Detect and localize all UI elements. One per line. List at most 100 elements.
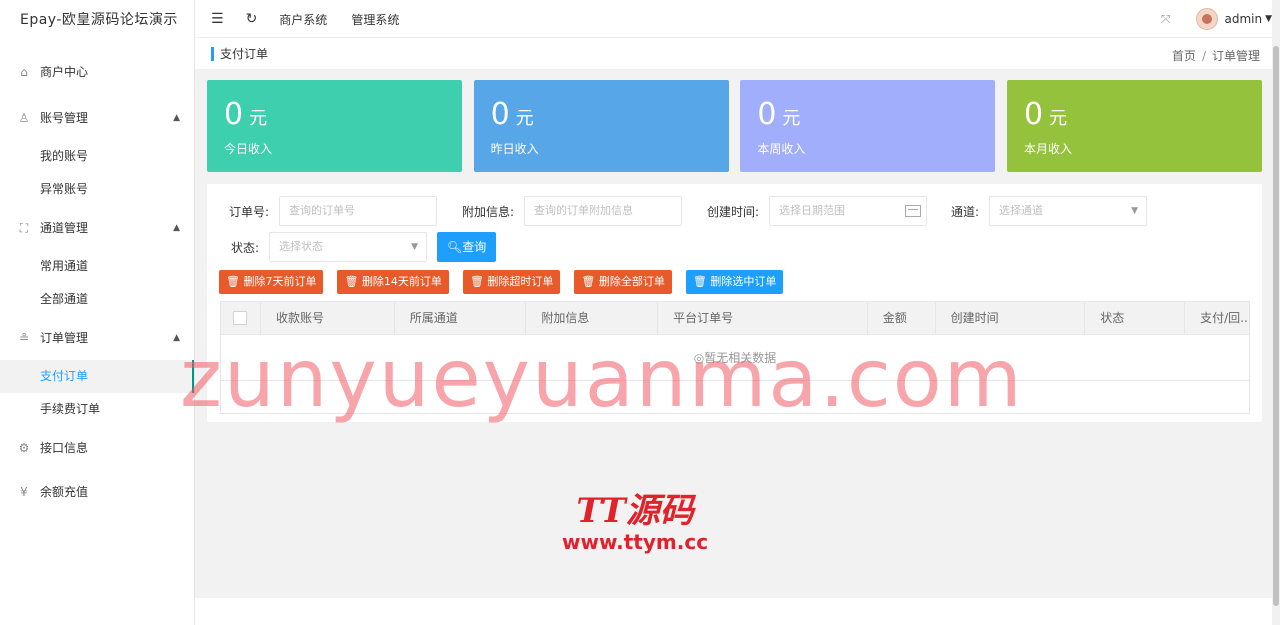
logo-watermark-url: www.ttym.cc [562,530,709,554]
sidebar-subitem-common-channel[interactable]: 常用通道 [0,250,194,283]
column-header[interactable]: 平台订单号 [658,302,868,335]
user-icon: ♙ [18,111,30,125]
channel-select[interactable]: 选择通道 ▼ [989,196,1147,226]
trash-icon: 🗑︎ [469,275,484,288]
stat-value: 0 [490,97,510,132]
trash-icon: 🗑︎ [581,275,596,288]
brand-title[interactable]: Epay-欧皇源码论坛演示 [0,0,194,40]
channel-label: 通道: [950,204,979,219]
column-header[interactable]: 状态 [1085,302,1186,335]
user-name[interactable]: admin [1224,12,1262,26]
sidebar-item-merchant-center[interactable]: ⌂ 商户中心 [0,50,194,94]
refresh-icon[interactable]: ↻ [246,11,258,27]
channel-icon: ⛶ [19,221,29,235]
query-button-label: 查询 [462,240,487,254]
chevron-down-icon: ▼ [411,242,418,252]
stat-cards: 0元 今日收入 0元 昨日收入 0元 本周收入 0元 本月收入 [207,80,1262,172]
sidebar-item-api-info[interactable]: ⚙ 接口信息 [0,426,194,470]
menu-toggle-icon[interactable]: ☰ [211,11,224,27]
channel-select-placeholder: 选择通道 [999,204,1043,217]
extra-info-input[interactable]: 查询的订单附加信息 [524,196,682,226]
top-header: ☰ ↻ 商户系统 管理系统 ⤧ admin ▼ [195,0,1280,38]
header-link-merchant[interactable]: 商户系统 [279,11,327,28]
orders-table: 收款账号 所属通道 附加信息 平台订单号 金额 创建时间 状态 支付/回... … [220,301,1250,414]
trash-icon: 🗑︎ [226,275,240,288]
trash-icon: 🗑︎ [344,275,359,288]
column-header[interactable]: 所属通道 [395,302,527,335]
sidebar-subitem-all-channel[interactable]: 全部通道 [0,283,194,316]
order-panel: 订单号: 查询的订单号 附加信息: 查询的订单附加信息 创建时间: 选择日期范围… [207,184,1262,422]
avatar[interactable] [1196,8,1219,30]
action-buttons: 🗑︎ 删除7天前订单 🗑︎ 删除14天前订单 🗑︎ 删除超时订单 🗑︎ 删除全部… [219,270,784,294]
stat-unit: 元 [782,108,801,129]
chevron-up-icon: ▲ [173,113,180,123]
column-header[interactable]: 附加信息 [526,302,659,335]
delete-all-button[interactable]: 🗑︎ 删除全部订单 [574,270,672,294]
extra-info-label: 附加信息: [461,204,514,219]
button-label: 删除7天前订单 [243,275,317,288]
column-header[interactable]: 创建时间 [936,302,1086,335]
sidebar-subitem-my-account[interactable]: 我的账号 [0,140,194,173]
gear-icon: ⚙ [18,441,30,455]
stat-card-today: 0元 今日收入 [207,80,462,172]
column-header[interactable]: 金额 [868,302,936,335]
fullscreen-icon[interactable]: ⤧ [1161,12,1171,27]
logo-watermark-name: TT源码 [576,491,694,531]
stat-value: 0 [757,97,777,132]
table-header: 收款账号 所属通道 附加信息 平台订单号 金额 创建时间 状态 支付/回... [221,302,1249,335]
sidebar-item-label: 账号管理 [40,111,89,125]
sidebar-menu: ⌂ 商户中心 ♙ 账号管理 ▲ 我的账号 异常账号 ⛶ 通道管理 ▲ 常用通道 … [0,50,194,514]
stat-label: 今日收入 [224,142,273,156]
main-content: 0元 今日收入 0元 昨日收入 0元 本周收入 0元 本月收入 订单号: 查询的… [195,70,1272,598]
stat-card-week: 0元 本周收入 [740,80,996,172]
empty-state: ◎暂无相关数据 [221,335,1249,381]
home-icon: ⌂ [20,65,28,79]
filter-row-1: 订单号: 查询的订单号 附加信息: 查询的订单附加信息 创建时间: 选择日期范围… [207,196,1147,226]
caret-down-icon[interactable]: ▼ [1265,14,1272,24]
select-all-checkbox[interactable] [233,311,247,325]
sidebar-item-account[interactable]: ♙ 账号管理 ▲ [0,96,194,140]
column-header[interactable]: 支付/回... [1185,302,1249,335]
delete-7-days-button[interactable]: 🗑︎ 删除7天前订单 [219,270,324,294]
sidebar-item-label: 接口信息 [40,441,89,455]
header-link-admin[interactable]: 管理系统 [351,11,399,28]
button-label: 删除选中订单 [710,275,777,288]
scrollbar-thumb[interactable] [1273,46,1279,606]
delete-timeout-button[interactable]: 🗑︎ 删除超时订单 [462,270,561,294]
stat-card-month: 0元 本月收入 [1006,80,1262,172]
chevron-up-icon: ▲ [173,223,180,233]
sidebar-item-label: 商户中心 [40,65,89,79]
delete-14-days-button[interactable]: 🗑︎ 删除14天前订单 [337,270,449,294]
sidebar-subitem-fee-orders[interactable]: 手续费订单 [0,393,194,426]
stat-value: 0 [224,97,244,132]
sidebar-item-label: 余额充值 [40,485,89,499]
breadcrumb-separator: / [1201,49,1206,63]
stat-label: 本周收入 [757,142,806,156]
chevron-down-icon: ▼ [1131,206,1138,216]
date-range-input[interactable]: 选择日期范围 [769,196,927,226]
stat-unit: 元 [1049,108,1068,129]
trash-icon: 🗑︎ [692,275,707,288]
query-button[interactable]: 🔍︎查询 [437,232,497,262]
button-label: 删除超时订单 [487,275,554,288]
sidebar-item-orders[interactable]: ≗ 订单管理 ▲ [0,316,194,360]
chevron-up-icon: ▲ [173,333,180,343]
stat-unit: 元 [515,108,534,129]
breadcrumb-home[interactable]: 首页 [1172,49,1196,63]
order-no-input[interactable]: 查询的订单号 [279,196,437,226]
sidebar-item-channel[interactable]: ⛶ 通道管理 ▲ [0,206,194,250]
status-select-placeholder: 选择状态 [279,240,323,253]
button-label: 删除全部订单 [598,275,665,288]
sidebar-subitem-abnormal-account[interactable]: 异常账号 [0,173,194,206]
breadcrumb-current: 订单管理 [1211,49,1260,63]
sidebar-item-recharge[interactable]: ¥ 余额充值 [0,470,194,514]
delete-selected-button[interactable]: 🗑︎ 删除选中订单 [685,270,784,294]
page-scrollbar[interactable] [1272,0,1280,625]
sidebar-subitem-pay-orders[interactable]: 支付订单 [0,360,194,393]
filter-row-2: 状态: 选择状态 ▼ 🔍︎查询 [207,232,497,262]
column-header[interactable]: 收款账号 [261,302,395,335]
stat-unit: 元 [249,108,268,129]
status-select[interactable]: 选择状态 ▼ [269,232,427,262]
yen-icon: ¥ [20,485,28,499]
logo-watermark: TT源码 www.ttym.cc [562,492,708,554]
